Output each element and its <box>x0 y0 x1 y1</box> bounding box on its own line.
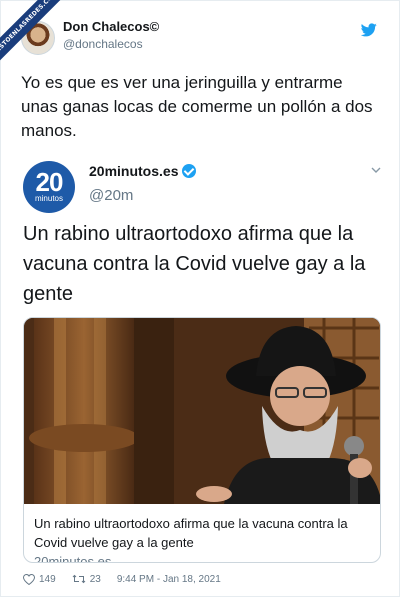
verified-badge-icon <box>182 164 197 178</box>
logo-subtext: minutos <box>34 194 63 203</box>
quoted-name-text: 20minutos.es <box>89 163 179 179</box>
tweet-container: VISTOENLASREDES.COM Don Chalecos© @donch… <box>0 0 400 597</box>
chevron-down-icon[interactable] <box>371 167 381 173</box>
display-name[interactable]: Don Chalecos© <box>63 19 159 34</box>
tweet-text: Yo es que es ver una jeringuilla y entra… <box>21 73 373 140</box>
heart-icon[interactable] <box>23 573 35 585</box>
rabbi-photo-illustration <box>24 318 380 504</box>
tweet-header: Don Chalecos© @donchalecos <box>21 17 381 57</box>
tweet-timestamp[interactable]: 9:44 PM - Jan 18, 2021 <box>117 574 221 585</box>
quoted-handle[interactable]: @20m <box>89 187 133 204</box>
like-count: 149 <box>39 573 56 585</box>
tweet-meta: 149 23 9:44 PM - Jan 18, 2021 <box>23 571 221 587</box>
link-card-domain: 20minutos.es <box>34 554 112 563</box>
retweet-count: 23 <box>89 573 101 585</box>
quoted-display-name[interactable]: 20minutos.es <box>89 163 197 179</box>
link-card[interactable]: Un rabino ultraortodoxo afirma que la va… <box>23 317 381 563</box>
quoted-avatar-logo[interactable]: 20 minutos <box>23 161 75 213</box>
quoted-tweet-text: Un rabino ultraortodoxo afirma que la va… <box>23 223 366 305</box>
link-card-image <box>24 318 380 504</box>
logo-number: 20 <box>35 167 64 197</box>
retweet-icon[interactable] <box>72 574 86 584</box>
quoted-tweet[interactable]: 20 minutos 20minutos.es @20m Un rabino u… <box>21 151 383 563</box>
twitter-bird-icon[interactable] <box>361 23 377 37</box>
user-handle[interactable]: @donchalecos <box>63 37 143 51</box>
link-card-title: Un rabino ultraortodoxo afirma que la va… <box>34 516 348 550</box>
